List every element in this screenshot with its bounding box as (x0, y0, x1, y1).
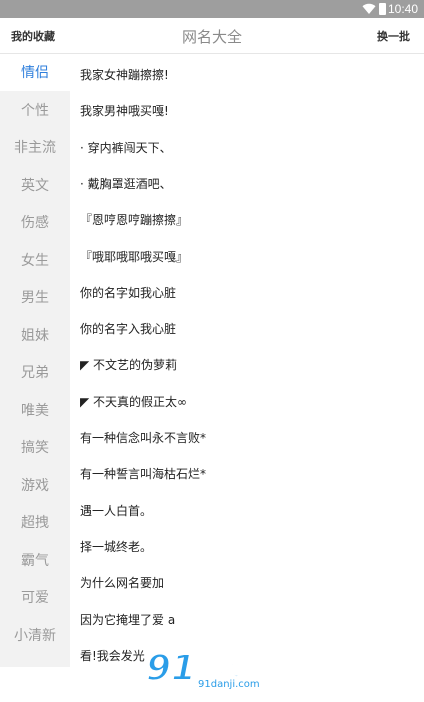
sidebar-item[interactable]: 兄弟 (0, 355, 70, 391)
list-item[interactable]: 你的名字如我心脏 (80, 284, 176, 301)
sidebar-item[interactable]: 可爱 (0, 580, 70, 616)
sidebar-item[interactable]: 非主流 (0, 130, 70, 166)
refresh-batch-button[interactable]: 换一批 (377, 28, 410, 44)
watermark-number: 91 (145, 647, 197, 690)
list-item[interactable]: 看!我会发光 (80, 647, 145, 664)
list-item[interactable]: 有一种信念叫永不言败* (80, 429, 206, 446)
sidebar-item[interactable]: 男生 (0, 280, 70, 316)
list-item[interactable]: 你的名字入我心脏 (80, 320, 176, 337)
sidebar-item[interactable]: 超拽 (0, 505, 70, 541)
battery-icon (379, 3, 386, 15)
sidebar-item[interactable]: 小清新 (0, 618, 70, 654)
name-list: 我家女神蹦擦擦! 我家男神哦买嘎! · 穿内裤闯天下、 · 戴胸罩逛酒吧、 『恩哼恩哼蹦… (70, 55, 424, 667)
list-item[interactable]: · 戴胸罩逛酒吧、 (80, 175, 172, 192)
list-item[interactable]: 我家女神蹦擦擦! (80, 66, 169, 83)
sidebar-item[interactable]: 唯美 (0, 393, 70, 429)
header: 我的收藏 网名大全 换一批 (0, 18, 424, 54)
sidebar-item[interactable]: 搞笑 (0, 430, 70, 466)
sidebar-item[interactable]: 伤感 (0, 205, 70, 241)
list-item[interactable]: ◤ 不文艺的伪萝莉 (80, 356, 177, 373)
list-item[interactable]: 遇一人白首。 (80, 502, 152, 519)
list-item[interactable]: 『恩哼恩哼蹦擦擦』 (80, 211, 188, 228)
status-bar: 10:40 (0, 0, 424, 18)
page-title: 网名大全 (181, 28, 242, 46)
list-item[interactable]: ◤ 不天真的假正太∞ (80, 393, 187, 410)
sidebar-item[interactable]: 情侣 (0, 55, 70, 91)
sidebar-item[interactable]: 女生 (0, 243, 70, 279)
sidebar-item[interactable]: 游戏 (0, 468, 70, 504)
list-item[interactable]: 因为它掩埋了爱 a (80, 611, 175, 628)
watermark-logo: 91 游戏 91danji.com (145, 646, 280, 700)
list-item[interactable]: 为什么网名要加 (80, 574, 164, 591)
sidebar-item[interactable]: 个性 (0, 93, 70, 129)
list-item[interactable]: 『哦耶哦耶哦买嘎』 (80, 248, 188, 265)
list-item[interactable]: 择一城终老。 (80, 538, 152, 555)
watermark-text: 游戏 (195, 656, 241, 682)
wifi-icon (362, 3, 376, 15)
sidebar-item[interactable]: 姐妹 (0, 318, 70, 354)
sidebar-item[interactable]: 霸气 (0, 543, 70, 579)
watermark-url: 91danji.com (198, 679, 260, 690)
list-item[interactable]: 我家男神哦买嘎! (80, 102, 169, 119)
list-item[interactable]: 有一种誓言叫海枯石烂* (80, 465, 206, 482)
status-time: 10:40 (387, 2, 418, 16)
sidebar-item[interactable]: 英文 (0, 168, 70, 204)
category-sidebar: 情侣 个性 非主流 英文 伤感 女生 男生 姐妹 兄弟 唯美 搞笑 游戏 超拽 霸气 可爱 小清新 (0, 55, 70, 667)
list-item[interactable]: · 穿内裤闯天下、 (80, 139, 172, 156)
